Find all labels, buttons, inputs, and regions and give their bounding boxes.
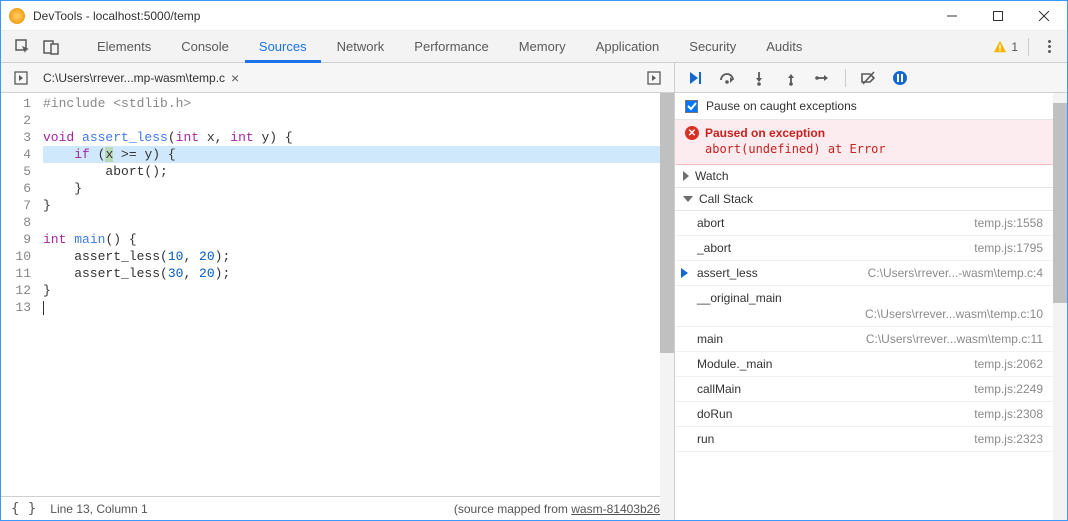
warning-count: 1 <box>1011 40 1018 54</box>
pause-on-exceptions-button[interactable] <box>886 64 914 92</box>
stack-frame[interactable]: run temp.js:2323 <box>675 427 1053 452</box>
more-tabs-icon[interactable] <box>640 71 668 85</box>
frame-function: Module._main <box>697 357 772 371</box>
tab-audits[interactable]: Audits <box>752 31 816 63</box>
window-controls <box>929 1 1067 31</box>
callstack-label: Call Stack <box>699 192 753 206</box>
frame-location: C:\Users\rrever...-wasm\temp.c:4 <box>868 266 1043 280</box>
cursor-position: Line 13, Column 1 <box>50 502 147 516</box>
sources-toolbar: C:\Users\rrever...mp-wasm\temp.c × <box>1 63 1067 93</box>
inspect-element-icon[interactable] <box>9 33 37 61</box>
tab-performance[interactable]: Performance <box>400 31 502 63</box>
panel-tabs: ElementsConsoleSourcesNetworkPerformance… <box>83 31 816 63</box>
frame-function: __original_main <box>697 291 782 305</box>
step-button[interactable] <box>809 64 837 92</box>
debugger-controls <box>675 63 1067 92</box>
tab-application[interactable]: Application <box>582 31 674 63</box>
pretty-print-icon[interactable]: { } <box>11 501 36 517</box>
error-icon: ✕ <box>685 126 699 140</box>
deactivate-breakpoints-button[interactable] <box>854 64 882 92</box>
tab-memory[interactable]: Memory <box>505 31 580 63</box>
chevron-right-icon <box>683 171 689 181</box>
warning-icon <box>993 40 1007 54</box>
frame-function: _abort <box>697 241 731 255</box>
tab-sources[interactable]: Sources <box>245 31 321 63</box>
code-editor[interactable]: 12345678910111213 #include <stdlib.h>voi… <box>1 93 674 496</box>
stack-frame[interactable]: Module._main temp.js:2062 <box>675 352 1053 377</box>
window-title: DevTools - localhost:5000/temp <box>33 9 929 23</box>
pause-on-caught-label: Pause on caught exceptions <box>706 99 857 113</box>
stack-frame[interactable]: _abort temp.js:1795 <box>675 236 1053 261</box>
step-over-button[interactable] <box>713 64 741 92</box>
frame-function: doRun <box>697 407 732 421</box>
stack-frame[interactable]: assert_less C:\Users\rrever...-wasm\temp.… <box>675 261 1053 286</box>
frame-function: abort <box>697 216 724 230</box>
tab-security[interactable]: Security <box>675 31 750 63</box>
more-menu-icon[interactable] <box>1039 40 1059 53</box>
warning-badge[interactable]: 1 <box>993 40 1018 54</box>
frame-location: temp.js:2323 <box>974 432 1043 446</box>
exception-title: Paused on exception <box>705 126 825 140</box>
tab-console[interactable]: Console <box>167 31 243 63</box>
chevron-down-icon <box>683 196 693 202</box>
frame-function: assert_less <box>697 266 758 280</box>
editor-pane: 12345678910111213 #include <stdlib.h>voi… <box>1 93 675 520</box>
close-file-icon[interactable]: × <box>231 70 239 86</box>
exception-banner: ✕ Paused on exception abort(undefined) a… <box>675 120 1053 165</box>
app-icon <box>9 8 25 24</box>
stack-frame[interactable]: callMain temp.js:2249 <box>675 377 1053 402</box>
watch-label: Watch <box>695 169 729 183</box>
source-map-info: (source mapped from wasm-81403b26) <box>454 502 664 516</box>
frame-location: temp.js:2062 <box>974 357 1043 371</box>
maximize-button[interactable] <box>975 1 1021 31</box>
frame-location: temp.js:1558 <box>974 216 1043 230</box>
pause-on-caught-checkbox[interactable] <box>685 100 698 113</box>
stack-frame[interactable]: __original_main C:\Users\rrever...wasm\te… <box>675 286 1053 327</box>
tab-network[interactable]: Network <box>323 31 399 63</box>
stack-frame[interactable]: doRun temp.js:2308 <box>675 402 1053 427</box>
titlebar: DevTools - localhost:5000/temp <box>1 1 1067 31</box>
callstack-frames: abort temp.js:1558 _abort temp.js:1795 asser… <box>675 211 1053 452</box>
open-file-tab[interactable]: C:\Users\rrever...mp-wasm\temp.c × <box>35 70 247 86</box>
step-into-button[interactable] <box>745 64 773 92</box>
file-path: C:\Users\rrever...mp-wasm\temp.c <box>43 71 225 85</box>
step-out-button[interactable] <box>777 64 805 92</box>
frame-location: temp.js:2308 <box>974 407 1043 421</box>
sidebar-scrollbar[interactable] <box>1053 93 1067 520</box>
minimize-button[interactable] <box>929 1 975 31</box>
close-button[interactable] <box>1021 1 1067 31</box>
debugger-sidebar: Pause on caught exceptions ✕ Paused on e… <box>675 93 1067 520</box>
frame-function: callMain <box>697 382 741 396</box>
line-gutter: 12345678910111213 <box>1 93 39 496</box>
frame-location: C:\Users\rrever...wasm\temp.c:10 <box>697 307 1043 321</box>
devtools-tabbar: ElementsConsoleSourcesNetworkPerformance… <box>1 31 1067 63</box>
frame-function: main <box>697 332 723 346</box>
code-content[interactable]: #include <stdlib.h>void assert_less(int … <box>39 93 674 496</box>
callstack-section-header[interactable]: Call Stack <box>675 188 1053 211</box>
watch-section-header[interactable]: Watch <box>675 165 1053 188</box>
stack-frame[interactable]: abort temp.js:1558 <box>675 211 1053 236</box>
frame-location: temp.js:2249 <box>974 382 1043 396</box>
editor-statusbar: { } Line 13, Column 1 (source mapped fro… <box>1 496 674 520</box>
exception-message: abort(undefined) at Error <box>705 142 1043 156</box>
source-map-link[interactable]: wasm-81403b26 <box>571 502 660 516</box>
editor-scrollbar[interactable] <box>660 93 674 496</box>
device-toolbar-icon[interactable] <box>37 33 65 61</box>
frame-function: run <box>697 432 714 446</box>
frame-location: C:\Users\rrever...wasm\temp.c:11 <box>866 332 1043 346</box>
pause-on-caught-row[interactable]: Pause on caught exceptions <box>675 93 1053 120</box>
main-area: 12345678910111213 #include <stdlib.h>voi… <box>1 93 1067 520</box>
resume-button[interactable] <box>681 64 709 92</box>
stack-frame[interactable]: main C:\Users\rrever...wasm\temp.c:11 <box>675 327 1053 352</box>
tab-elements[interactable]: Elements <box>83 31 165 63</box>
frame-location: temp.js:1795 <box>974 241 1043 255</box>
navigator-toggle-icon[interactable] <box>7 71 35 85</box>
